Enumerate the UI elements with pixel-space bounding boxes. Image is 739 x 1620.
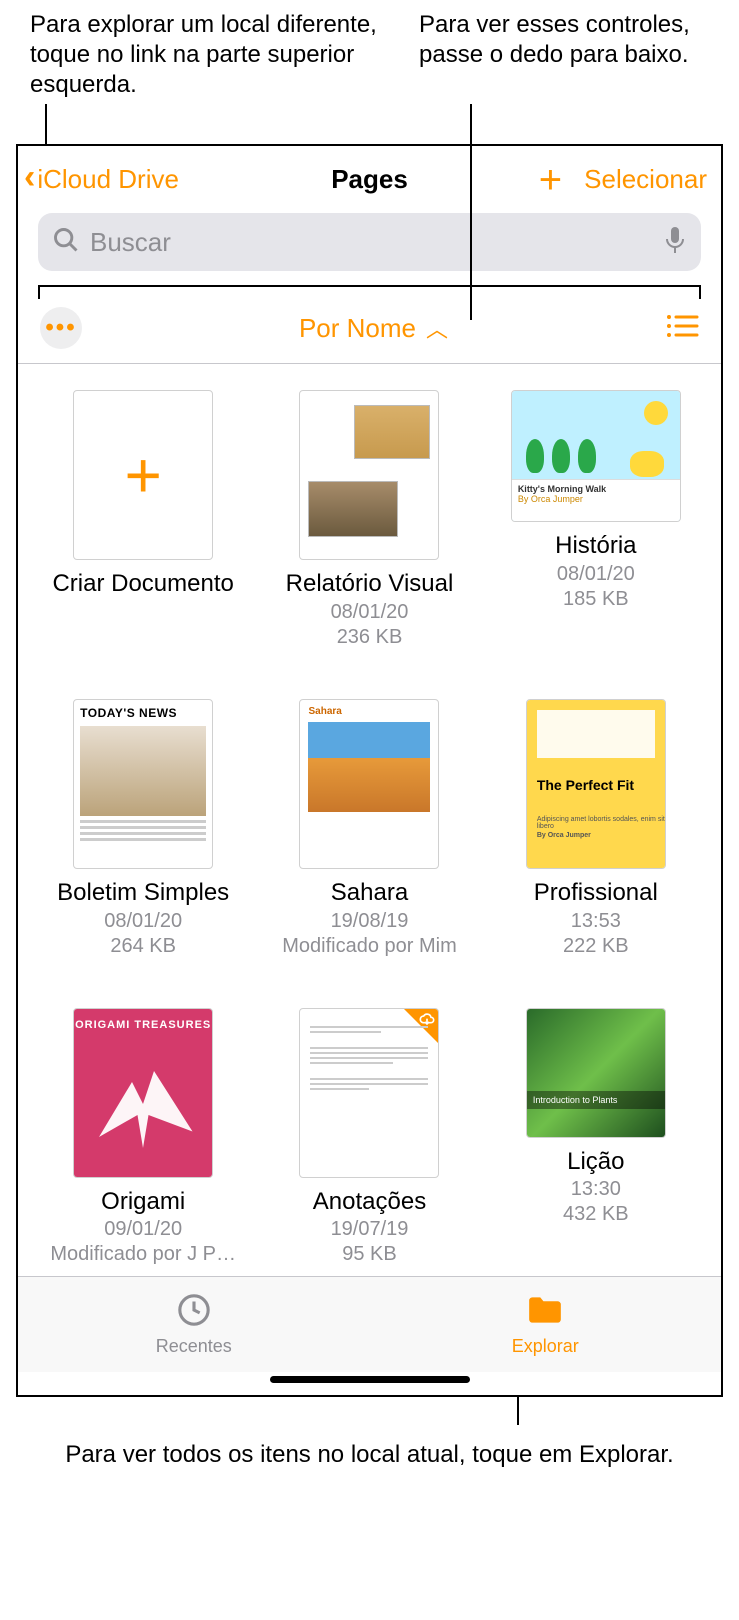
fit-thumb-title: The Perfect Fit (537, 778, 634, 793)
document-title: Lição (567, 1148, 624, 1177)
document-cell[interactable]: Relatório Visual 08/01/20 236 KB (256, 390, 482, 649)
document-title: História (555, 532, 636, 561)
document-meta: Modificado por Mim (282, 935, 457, 958)
document-cell[interactable]: Introduction to Plants Lição 13:30 432 K… (483, 1008, 709, 1267)
home-indicator (270, 1376, 470, 1383)
document-meta: 95 KB (342, 1243, 396, 1266)
document-cell[interactable]: Anotações 19/07/19 95 KB (256, 1008, 482, 1267)
create-document-thumb: + (73, 390, 213, 560)
document-date: 13:30 (571, 1178, 621, 1201)
search-placeholder: Buscar (90, 227, 653, 258)
create-document-label: Criar Documento (52, 570, 233, 599)
clock-icon (175, 1293, 213, 1332)
chevron-left-icon: ‹ (24, 169, 35, 186)
document-title: Relatório Visual (286, 570, 454, 599)
fit-thumb-author: By Orca Jumper (537, 832, 665, 839)
document-meta: 222 KB (563, 935, 629, 958)
callout-top-left: Para explorar um local diferente, toque … (30, 10, 379, 100)
document-date: 09/01/20 (104, 1218, 182, 1241)
document-thumb: Introduction to Plants (526, 1008, 666, 1138)
document-title: Origami (101, 1188, 185, 1217)
document-thumb (299, 390, 439, 560)
document-date: 13:53 (571, 910, 621, 933)
sort-button[interactable]: Por Nome ︿ (299, 312, 448, 344)
document-meta: 185 KB (563, 588, 629, 611)
news-thumb-headline: TODAY'S NEWS (74, 700, 212, 722)
navigation-bar: ‹ iCloud Drive Pages + Selecionar (18, 146, 721, 205)
document-cell[interactable]: Kitty's Morning Walk By Orca Jumper Hist… (483, 390, 709, 649)
tab-bar: Recentes Explorar (18, 1276, 721, 1372)
folder-icon (526, 1293, 564, 1332)
document-thumb: ORIGAMI TREASURES (73, 1008, 213, 1178)
document-cell[interactable]: The Perfect Fit Adipiscing amet lobortis… (483, 699, 709, 958)
document-date: 08/01/20 (104, 910, 182, 933)
document-meta: 264 KB (110, 935, 176, 958)
tab-recents[interactable]: Recentes (18, 1277, 370, 1372)
document-thumb: TODAY'S NEWS (73, 699, 213, 869)
mic-icon[interactable] (663, 225, 687, 260)
control-row: ••• Por Nome ︿ (18, 301, 721, 363)
device-frame: ‹ iCloud Drive Pages + Selecionar Buscar… (16, 144, 723, 1397)
document-title: Anotações (313, 1188, 426, 1217)
document-date: 08/01/20 (557, 563, 635, 586)
chevron-up-icon: ︿ (426, 312, 448, 344)
document-thumb: The Perfect Fit Adipiscing amet lobortis… (526, 699, 666, 869)
tab-recents-label: Recentes (156, 1336, 232, 1357)
select-button[interactable]: Selecionar (584, 164, 707, 195)
document-thumb: Sahara (299, 699, 439, 869)
ellipsis-icon: ••• (45, 314, 76, 342)
document-title: Sahara (331, 879, 408, 908)
document-cell[interactable]: Sahara Sahara 19/08/19 Modificado por Mi… (256, 699, 482, 958)
create-document-cell[interactable]: + Criar Documento (30, 390, 256, 649)
document-thumb: Kitty's Morning Walk By Orca Jumper (511, 390, 681, 522)
add-icon[interactable]: + (539, 170, 562, 190)
tab-browse-label: Explorar (512, 1336, 579, 1357)
callout-bottom: Para ver todos os itens no local atual, … (0, 1425, 739, 1490)
top-right-controls: + Selecionar (539, 164, 707, 195)
document-date: 19/07/19 (331, 1218, 409, 1241)
document-title: Boletim Simples (57, 879, 229, 908)
story-thumb-author: By Orca Jumper (518, 494, 674, 504)
callout-line-bottom (517, 1397, 519, 1425)
document-date: 08/01/20 (331, 601, 409, 624)
plant-thumb-title: Introduction to Plants (527, 1091, 665, 1109)
search-icon (52, 226, 80, 259)
view-toggle-button[interactable] (665, 313, 699, 344)
document-meta: Modificado por J P… (50, 1243, 236, 1266)
document-thumb (299, 1008, 439, 1178)
back-label: iCloud Drive (37, 164, 179, 195)
page-title: Pages (331, 164, 408, 195)
callout-lines-top (0, 104, 739, 144)
callout-top-right: Para ver esses controles, passe o dedo p… (419, 10, 709, 100)
callout-row-top: Para explorar um local diferente, toque … (0, 0, 739, 104)
plus-icon: + (124, 438, 161, 512)
back-button[interactable]: ‹ iCloud Drive (24, 164, 179, 195)
document-meta: 432 KB (563, 1203, 629, 1226)
document-grid: + Criar Documento Relatório Visual 08/01… (18, 364, 721, 1276)
fit-thumb-sub: Adipiscing amet lobortis sodales, enim s… (537, 816, 665, 830)
document-date: 19/08/19 (331, 910, 409, 933)
sahara-thumb-label: Sahara (308, 706, 341, 717)
sort-label: Por Nome (299, 313, 416, 344)
search-bar[interactable]: Buscar (38, 213, 701, 271)
document-cell[interactable]: TODAY'S NEWS Boletim Simples 08/01/20 26… (30, 699, 256, 958)
callout-bracket (38, 279, 701, 301)
tab-browse[interactable]: Explorar (370, 1277, 722, 1372)
document-cell[interactable]: ORIGAMI TREASURES Origami 09/01/20 Modif… (30, 1008, 256, 1267)
document-title: Profissional (534, 879, 658, 908)
document-meta: 236 KB (337, 626, 403, 649)
origami-thumb-title: ORIGAMI TREASURES (74, 1019, 212, 1031)
more-button[interactable]: ••• (40, 307, 82, 349)
story-thumb-title: Kitty's Morning Walk (518, 484, 674, 494)
